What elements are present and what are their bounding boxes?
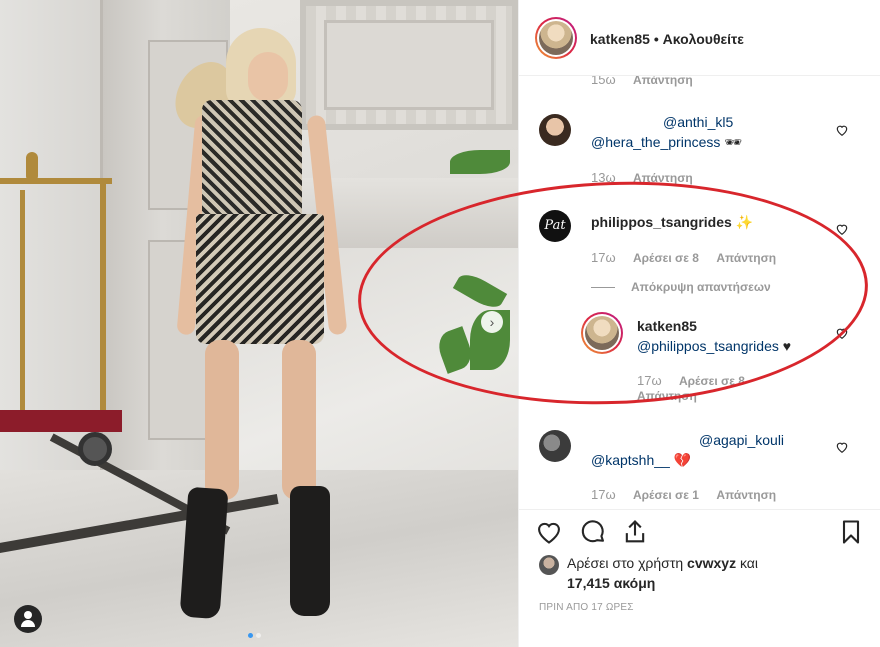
comment-time: 13ω [591,170,616,185]
reply-button[interactable]: Απάντηση [637,389,697,403]
photo-frieze [300,0,518,130]
comments-list[interactable]: 15ω Απάντηση @anthi_kl5 @hera_the_prince… [519,76,880,509]
reply-mention[interactable]: @philippos_tsangrides [637,338,779,354]
figure-skirt [196,214,324,344]
comment-meta: 17ω Αρέσει σε 1 Απάντηση [591,487,790,502]
reply-button[interactable]: Απάντηση [633,171,693,185]
header-username[interactable]: katken85 [590,31,650,47]
profile-avatar[interactable] [535,17,577,59]
hide-replies-line [591,287,615,289]
carousel-dot [256,633,261,638]
broken-heart-emoji: 💔 [673,452,692,468]
reply-username[interactable]: katken85 [637,318,697,334]
comment-mention[interactable]: @anthi_kl5 [591,114,733,130]
liker-avatar[interactable] [539,555,559,575]
save-bookmark-icon[interactable] [837,518,865,546]
post-header: katken85 • Ακολουθείτε [519,0,880,76]
cart-bar [100,178,106,418]
comment-body: @hera_the_princess 🕶 [591,134,742,151]
reply-button[interactable]: Απάντηση [633,76,693,87]
comment-avatar[interactable]: Pat [539,210,571,242]
likes-conjunction: και [739,555,759,571]
reply-time: 17ω [637,373,662,388]
figure-leg [282,340,316,500]
liker-username[interactable]: cvwxyz [687,555,736,571]
comment-body: @anthi_kl5 [591,114,733,130]
like-comment-heart-icon[interactable] [835,123,849,137]
comment-body: @kaptshh__ 💔 [591,452,691,469]
figure-leg [205,340,239,500]
reply-body: katken85 [637,318,697,334]
comment-time: 17ω [591,487,616,502]
comment-mention[interactable]: @kaptshh__ [591,452,670,468]
reply-likes-count[interactable]: Αρέσει σε 8 [679,374,745,388]
cart-bar [0,178,112,184]
header-separator: • [653,31,659,47]
heart-emoji: ♥ [782,338,792,354]
likes-text: Αρέσει στο χρήστη cvwxyz και 17,415 ακόμ… [567,553,867,593]
comment-meta: 13ω Απάντηση [591,170,707,185]
figure-face [248,52,288,102]
sparkle-emoji: ✨ [735,214,754,230]
cart-wheel [78,432,112,466]
comment-likes-count[interactable]: Αρέσει σε 8 [633,251,699,265]
likes-count[interactable]: 17,415 ακόμη [567,575,655,591]
figure-boot [290,486,330,616]
post-timestamp[interactable]: ΠΡΙΝ ΑΠΟ 17 ΩΡΕΣ [539,602,634,613]
likes-prefix: Αρέσει στο χρήστη [567,555,684,571]
carousel-dot-active [248,633,253,638]
cart-bar [26,152,38,182]
comment-mention[interactable]: @agapi_kouli [591,432,784,448]
reply-meta: Απάντηση [637,389,711,403]
comment-meta: 17ω Αρέσει σε 8 Απάντηση [591,250,790,265]
follow-status[interactable]: Ακολουθείτε [663,31,744,47]
like-comment-heart-icon[interactable] [835,222,849,236]
like-comment-heart-icon[interactable] [835,440,849,454]
like-reply-heart-icon[interactable] [835,326,849,340]
tagged-users-icon[interactable] [14,605,42,633]
like-heart-icon[interactable] [535,518,563,546]
reply-button[interactable]: Απάντηση [716,488,776,502]
post-photo[interactable]: › [0,0,518,647]
post-actions-bar [519,509,880,553]
carousel-dots [248,625,264,643]
comment-bubble-icon[interactable] [579,518,607,546]
avatar-image [539,21,573,55]
comment-body: @agapi_kouli [591,432,784,448]
comment-avatar[interactable] [539,114,571,146]
post-sidebar: katken85 • Ακολουθείτε 15ω Απάντηση @ant… [518,0,880,647]
hide-replies-button[interactable]: Απόκρυψη απαντήσεων [591,280,771,294]
reply-button[interactable]: Απάντηση [716,251,776,265]
comment-username[interactable]: philippos_tsangrides [591,214,732,230]
comment-meta: 15ω Απάντηση [591,76,707,87]
sunglasses-emoji: 🕶 [724,134,743,150]
avatar-image [585,316,619,350]
comment-body: philippos_tsangrides ✨ [591,214,753,231]
cart-base [0,410,122,432]
carousel-next-icon[interactable]: › [481,311,503,333]
hide-replies-label: Απόκρυψη απαντήσεων [631,280,771,294]
header-username-line: katken85 • Ακολουθείτε [590,31,744,47]
comment-likes-count[interactable]: Αρέσει σε 1 [633,488,699,502]
figure-top [202,100,302,222]
share-upload-icon[interactable] [621,518,649,546]
comment-avatar[interactable] [539,430,571,462]
reply-meta: 17ω Αρέσει σε 8 [637,373,759,388]
plant-leaf [450,150,510,174]
cart-bar [20,190,25,415]
comment-time: 15ω [591,76,616,87]
reply-avatar[interactable] [581,312,623,354]
reply-body: @philippos_tsangrides ♥ [637,338,791,354]
comment-time: 17ω [591,250,616,265]
comment-mention[interactable]: @hera_the_princess [591,134,720,150]
